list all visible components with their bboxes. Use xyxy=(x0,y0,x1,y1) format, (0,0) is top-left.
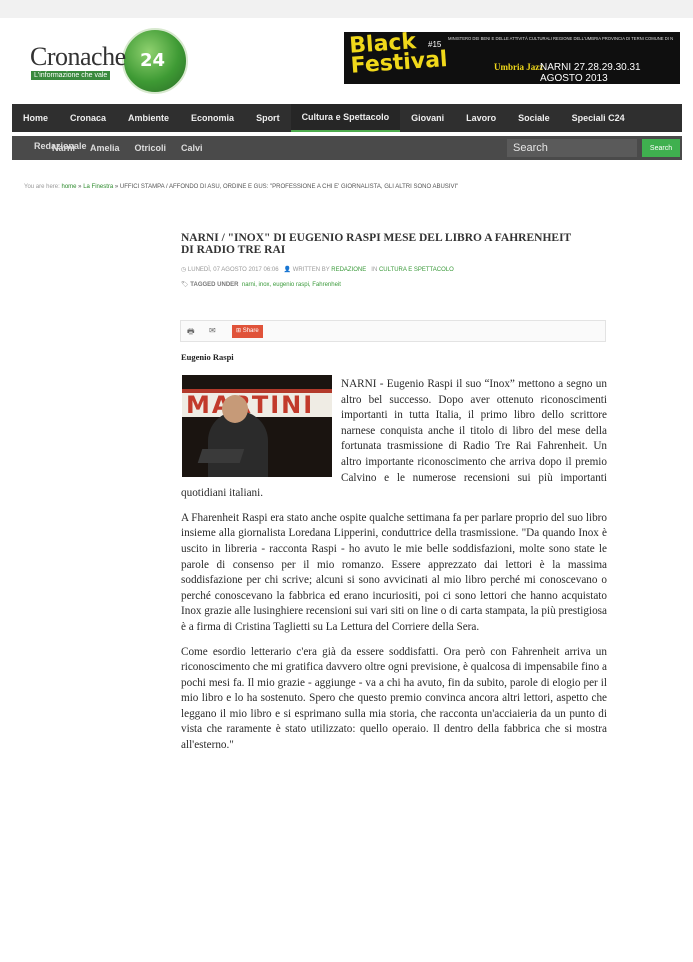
tag-icon: 🏷 xyxy=(181,282,189,288)
tagged-under-label: TAGGED UNDER xyxy=(190,282,239,288)
logo-tagline: L'informazione che vale xyxy=(31,71,111,80)
logo-text: Cronache xyxy=(30,42,126,71)
banner-edition: #15 xyxy=(428,40,442,49)
breadcrumb: You are here: home » La Finestra » UFFIC… xyxy=(24,184,458,190)
breadcrumb-prefix: You are here: xyxy=(24,184,60,190)
written-by-label: WRITTEN BY xyxy=(292,267,330,273)
search-input[interactable] xyxy=(507,139,637,157)
header-banner-ad[interactable]: Black Festival #15 MINISTERO DEI BENI E … xyxy=(344,32,680,84)
share-label: Share xyxy=(242,328,259,334)
article-paragraph: Come esordio letterario c'era già da ess… xyxy=(181,645,607,752)
article-author: Eugenio Raspi xyxy=(181,352,234,362)
nav-item-amelia[interactable]: Amelia xyxy=(90,143,129,153)
nav-item-otricoli[interactable]: Otricoli xyxy=(135,143,176,153)
article-paragraph: A Fharenheit Raspi era stato anche ospit… xyxy=(181,511,607,633)
user-icon: 👤 xyxy=(283,267,292,273)
article-tags: 🏷 TAGGED UNDER narni, inox, eugenio rasp… xyxy=(181,281,341,288)
breadcrumb-separator: » xyxy=(114,184,119,190)
secondary-nav: Redazionale Narni Amelia Otricoli Calvi … xyxy=(12,136,682,160)
article-meta: ◷ LUNEDÌ, 07 AGOSTO 2017 06:06 👤 WRITTEN… xyxy=(181,266,454,273)
banner-sponsors: MINISTERO DEI BENI E DELLE ATTIVITÀ CULT… xyxy=(448,36,673,41)
category-link[interactable]: CULTURA E SPETTACOLO xyxy=(379,267,454,273)
nav-item-speciali-c24[interactable]: Speciali C24 xyxy=(561,104,636,132)
logo-badge-text: 24 xyxy=(140,50,166,71)
share-plus-icon: ⊞ xyxy=(236,328,242,334)
logo-badge: 24 xyxy=(122,28,188,94)
nav-item-lavoro[interactable]: Lavoro xyxy=(455,104,507,132)
nav-item-giovani[interactable]: Giovani xyxy=(400,104,455,132)
banner-title: Black Festival xyxy=(348,32,449,79)
primary-nav: Home Cronaca Ambiente Economia Sport Cul… xyxy=(12,104,682,132)
article-body: NARNI - Eugenio Raspi il suo “Inox” mett… xyxy=(181,377,607,763)
banner-partner: Umbria Jazz xyxy=(494,62,544,72)
breadcrumb-section-link[interactable]: La Finestra xyxy=(83,184,113,190)
nav-item-cronaca[interactable]: Cronaca xyxy=(59,104,117,132)
site-logo[interactable]: 24 Cronache L'informazione che vale xyxy=(30,28,190,94)
nav-item-narni[interactable]: Narni xyxy=(34,143,84,153)
nav-item-cultura-e-spettacolo[interactable]: Cultura e Spettacolo xyxy=(290,104,401,132)
nav-item-home[interactable]: Home xyxy=(12,104,59,132)
article-date: LUNEDÌ, 07 AGOSTO 2017 06:06 xyxy=(187,267,279,273)
share-button[interactable]: ⊞ Share xyxy=(232,325,263,338)
search-button[interactable]: Search xyxy=(642,139,680,157)
nav-item-sport[interactable]: Sport xyxy=(245,104,291,132)
nav-item-economia[interactable]: Economia xyxy=(180,104,245,132)
email-icon[interactable]: ✉ xyxy=(209,326,216,335)
clock-icon: ◷ xyxy=(181,267,187,273)
tag-links[interactable]: narni, inox, eugenio raspi, Fahrenheit xyxy=(242,282,341,288)
top-strip xyxy=(0,0,693,18)
nav-item-ambiente[interactable]: Ambiente xyxy=(117,104,180,132)
banner-dates: NARNI 27.28.29.30.31 AGOSTO 2013 xyxy=(540,62,641,84)
nav-item-calvi[interactable]: Calvi xyxy=(181,143,212,153)
breadcrumb-home-link[interactable]: home xyxy=(61,184,76,190)
breadcrumb-separator: » xyxy=(78,184,82,190)
article-title: NARNI / "INOX" DI EUGENIO RASPI MESE DEL… xyxy=(181,232,572,256)
article-toolbar: 🖶 ✉ ⊞ Share xyxy=(180,320,606,342)
in-label: IN xyxy=(371,267,378,273)
print-icon[interactable]: 🖶 xyxy=(187,326,195,340)
breadcrumb-current: UFFICI STAMPA / AFFONDO DI ASU, ORDINE E… xyxy=(119,184,459,190)
author-link[interactable]: REDAZIONE xyxy=(331,267,366,273)
nav-item-sociale[interactable]: Sociale xyxy=(507,104,561,132)
